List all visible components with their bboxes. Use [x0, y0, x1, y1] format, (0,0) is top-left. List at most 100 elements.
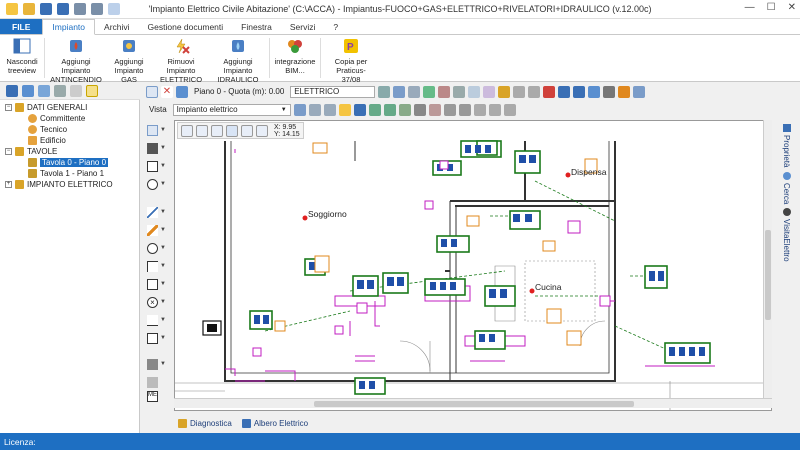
tree-copy-icon[interactable]: [22, 85, 34, 97]
socket-tool[interactable]: ▼: [147, 241, 169, 255]
room-label-cucina[interactable]: Cucina: [535, 282, 561, 292]
more-tool[interactable]: [147, 375, 169, 389]
expand-icon[interactable]: +: [5, 181, 12, 188]
calculate-icon[interactable]: [398, 103, 411, 116]
customize-quick-access-icon[interactable]: [108, 3, 120, 15]
tree-item-tavole[interactable]: − TAVOLE: [5, 147, 57, 156]
select-arrow-icon[interactable]: [146, 85, 158, 98]
layer-toggle-icon[interactable]: [378, 85, 391, 98]
align-icon[interactable]: [458, 103, 471, 116]
box-tool[interactable]: ▼: [147, 159, 169, 173]
zoom-icon[interactable]: [181, 124, 193, 137]
box-icon[interactable]: [498, 85, 511, 98]
delete-x-icon[interactable]: ✕: [161, 85, 173, 98]
tree-item-committente[interactable]: Committente: [28, 114, 85, 123]
tab-proprieta[interactable]: Proprietà: [782, 124, 791, 167]
tab-archivi[interactable]: Archivi: [95, 19, 139, 34]
view-3d-icon[interactable]: [293, 103, 306, 116]
print-icon[interactable]: [603, 85, 616, 98]
layers-icon[interactable]: [503, 103, 516, 116]
table-icon[interactable]: [368, 103, 381, 116]
text-tool[interactable]: ▼: [147, 123, 169, 137]
maximize-button[interactable]: ☐: [767, 2, 776, 13]
close-button[interactable]: ✕: [788, 2, 796, 13]
horizontal-scrollbar[interactable]: [174, 398, 772, 408]
collapse-icon[interactable]: −: [5, 104, 12, 111]
paste-icon[interactable]: [528, 85, 541, 98]
tree-item-dati-generali[interactable]: − DATI GENERALI: [5, 103, 87, 112]
file-menu[interactable]: FILE: [0, 19, 43, 34]
grid-icon[interactable]: [468, 85, 481, 98]
arrange-icon[interactable]: [443, 103, 456, 116]
view-section-icon[interactable]: [323, 103, 336, 116]
new-file-icon[interactable]: [6, 3, 18, 15]
layer-select[interactable]: ELETTRICO: [290, 85, 376, 98]
tree-frame-icon[interactable]: [86, 85, 98, 97]
tab-finestra[interactable]: Finestra: [232, 19, 281, 34]
copy-icon[interactable]: [513, 85, 526, 98]
tab-gestione-documenti[interactable]: Gestione documenti: [139, 19, 233, 34]
bus-tool[interactable]: ▼: [147, 357, 169, 371]
polar-icon[interactable]: [256, 124, 268, 137]
copy-praticus-button[interactable]: P Copia per Praticus-37/08: [323, 35, 379, 86]
save-icon[interactable]: [40, 3, 52, 15]
layer-show-icon[interactable]: [393, 85, 406, 98]
add-gas-system-button[interactable]: Aggiungi Impianto GAS: [105, 35, 153, 86]
collapse-icon[interactable]: −: [5, 148, 12, 155]
tab-help[interactable]: ?: [324, 19, 347, 34]
vista-select[interactable]: Impianto elettrico ▼: [172, 103, 291, 116]
list-icon[interactable]: [383, 103, 396, 116]
panel-tool[interactable]: ▼: [147, 141, 169, 155]
save-drawing-icon[interactable]: [558, 85, 571, 98]
floor-plan[interactable]: [175, 121, 772, 411]
save-all-icon[interactable]: [573, 85, 586, 98]
tree-dropdown-icon[interactable]: [70, 85, 82, 97]
pan-icon[interactable]: [211, 124, 223, 137]
lamp-tool[interactable]: × ▼: [147, 295, 169, 309]
measure-icon[interactable]: [488, 103, 501, 116]
layer-remove-icon[interactable]: [438, 85, 451, 98]
tree-expand-icon[interactable]: [6, 85, 18, 97]
zoom-extent-icon[interactable]: [408, 85, 421, 98]
tab-diagnostica[interactable]: Diagnostica: [178, 418, 232, 428]
zoom-window-icon[interactable]: [196, 124, 208, 137]
snap-toggle-icon[interactable]: [226, 124, 238, 137]
export-icon[interactable]: [588, 85, 601, 98]
add-hydraulic-system-button[interactable]: Aggiungi Impianto IDRAULICO: [209, 35, 267, 86]
cut-icon[interactable]: [543, 85, 556, 98]
paint-icon[interactable]: [618, 85, 631, 98]
bim-integration-button[interactable]: integrazione BIM...: [272, 35, 318, 77]
remove-electric-system-button[interactable]: Rimuovi Impianto ELETTRICO: [153, 35, 209, 86]
scale-icon[interactable]: [428, 103, 441, 116]
open-folder-icon[interactable]: [23, 3, 35, 15]
view-plan-icon[interactable]: [308, 103, 321, 116]
hide-treeview-button[interactable]: Nascondi treeview: [2, 35, 42, 77]
tree-item-tecnico[interactable]: Tecnico: [28, 125, 67, 134]
tab-albero-elettrico[interactable]: Albero Elettrico: [241, 418, 308, 428]
properties-icon[interactable]: [353, 103, 366, 116]
switch-tool[interactable]: ▼: [147, 277, 169, 291]
grid-toggle-icon[interactable]: [473, 103, 486, 116]
tab-servizi[interactable]: Servizi: [281, 19, 325, 34]
layer-edit-icon[interactable]: [453, 85, 466, 98]
tree-item-impianto-elettrico[interactable]: + IMPIANTO ELETTRICO: [5, 180, 113, 189]
room-label-dispensa[interactable]: Dispensa: [571, 167, 606, 177]
detector-tool[interactable]: ▼: [147, 177, 169, 191]
save-as-icon[interactable]: [57, 3, 69, 15]
undo-icon[interactable]: [74, 3, 86, 15]
connector-icon[interactable]: [633, 85, 646, 98]
warning-icon[interactable]: [338, 103, 351, 116]
fork-tool[interactable]: ▼: [147, 313, 169, 327]
tab-cerca[interactable]: Cerca: [782, 172, 791, 204]
tab-visitaelettro[interactable]: VisitaElettro: [782, 208, 791, 262]
me-tool[interactable]: ME: [147, 389, 169, 403]
redo-icon[interactable]: [91, 3, 103, 15]
vertical-scrollbar[interactable]: [763, 120, 772, 398]
ortho-icon[interactable]: [241, 124, 253, 137]
tree-item-tavola-0[interactable]: Tavola 0 - Piano 0: [28, 158, 109, 167]
add-fire-system-button[interactable]: Aggiungi Impianto ANTINCENDIO: [47, 35, 105, 86]
shape-tool[interactable]: ▼: [147, 331, 169, 345]
antenna-tool[interactable]: ▼: [147, 259, 169, 273]
pencil-tool[interactable]: ▼: [147, 223, 169, 237]
snap-icon[interactable]: [483, 85, 496, 98]
